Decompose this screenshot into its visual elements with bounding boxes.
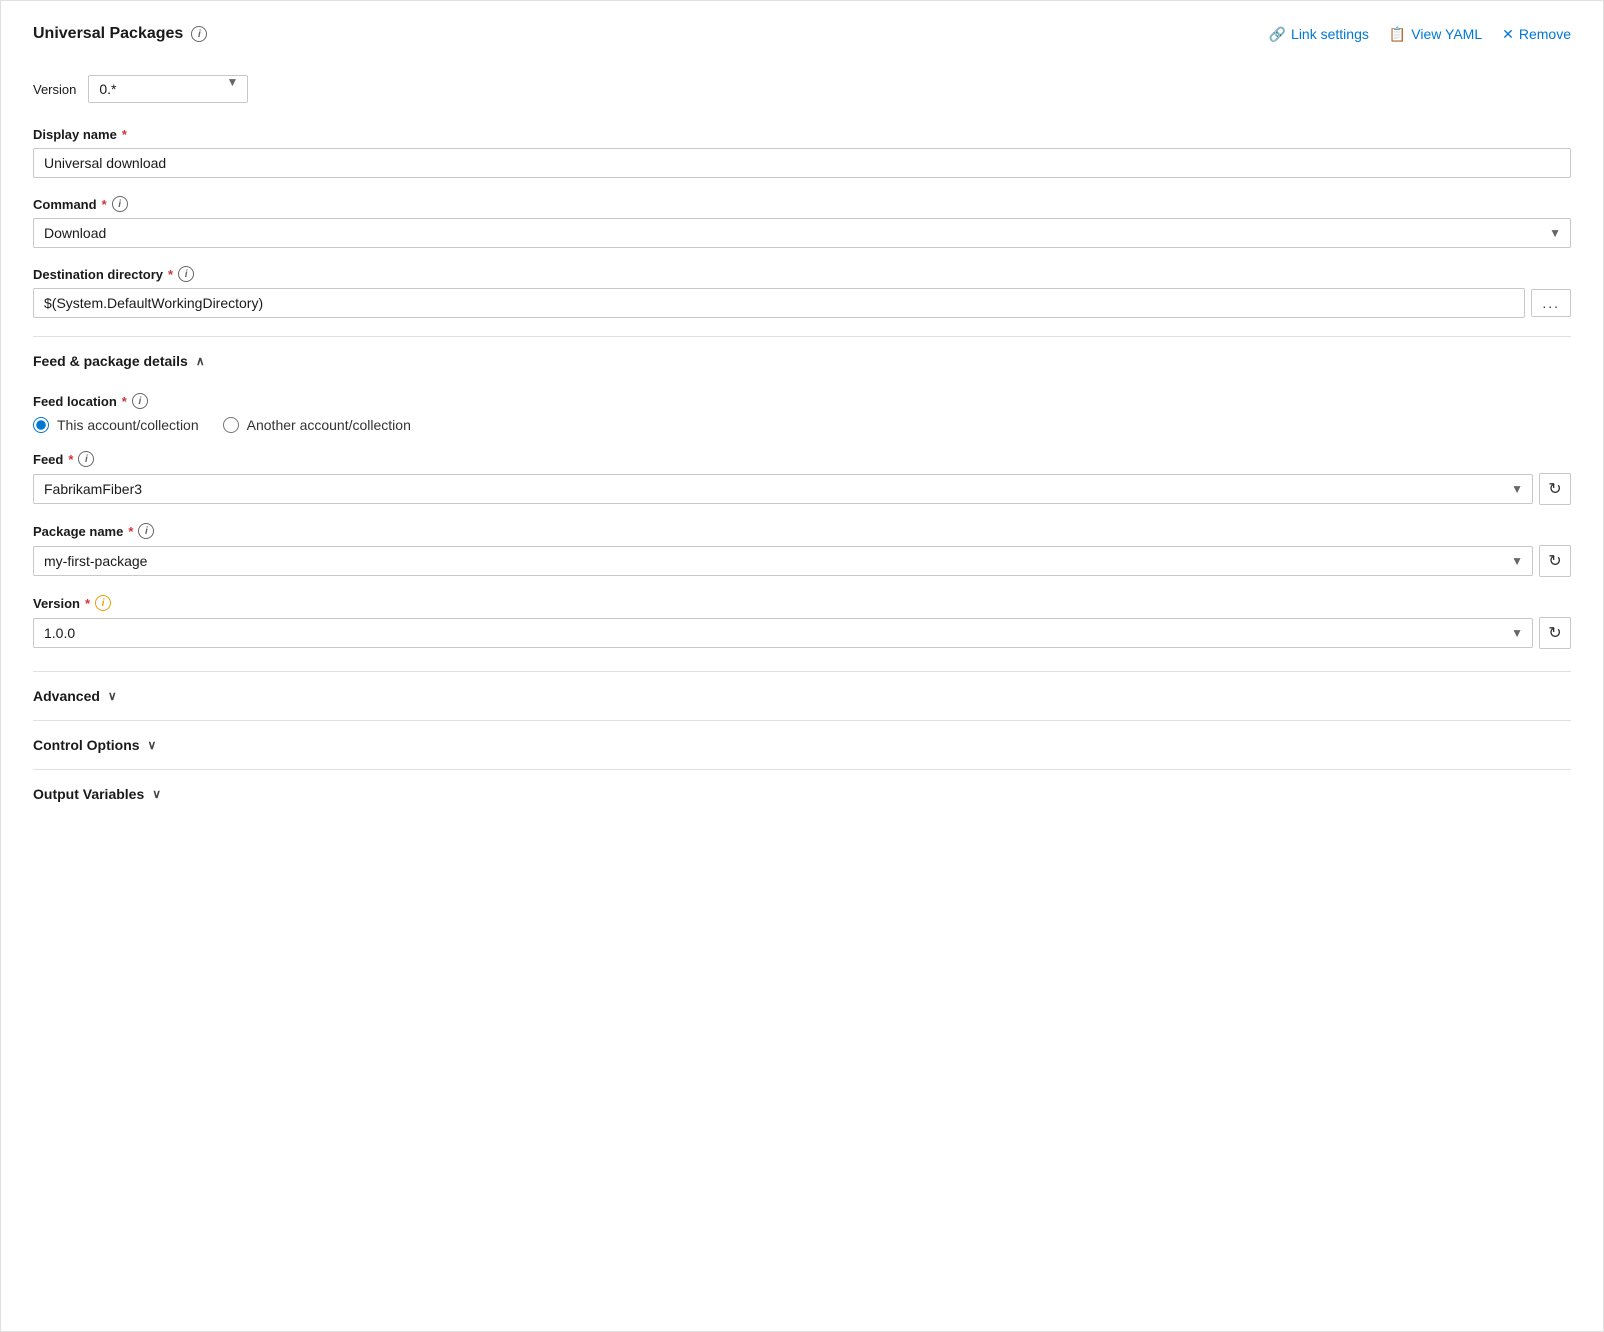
destination-info-icon[interactable]: i <box>178 266 194 282</box>
universal-packages-panel: Universal Packages i 🔗 Link settings 📋 V… <box>0 0 1604 1332</box>
yaml-icon: 📋 <box>1389 26 1406 43</box>
control-options-header[interactable]: Control Options ∨ <box>33 721 1571 769</box>
package-name-select-row: my-first-package ▼ ↻ <box>33 545 1571 577</box>
command-field-group: Command * i Download Publish ▼ <box>33 196 1571 248</box>
control-options-section: Control Options ∨ <box>33 720 1571 769</box>
output-variables-chevron-icon: ∨ <box>152 787 161 801</box>
panel-title-area: Universal Packages i <box>33 25 207 43</box>
feed-select-row: FabrikamFiber3 ▼ ↻ <box>33 473 1571 505</box>
version-select-wrapper: 0.* 1.* 2.* Latest ▼ <box>88 75 248 103</box>
advanced-section: Advanced ∨ <box>33 671 1571 720</box>
package-name-info-icon[interactable]: i <box>138 523 154 539</box>
version-inner-required: * <box>85 596 90 611</box>
destination-required: * <box>168 267 173 282</box>
feed-location-field-group: Feed location * i This account/collectio… <box>33 393 1571 433</box>
feed-package-details-header[interactable]: Feed & package details ∧ <box>33 337 1571 385</box>
advanced-header[interactable]: Advanced ∨ <box>33 672 1571 720</box>
package-name-field-group: Package name * i my-first-package ▼ ↻ <box>33 523 1571 577</box>
link-icon: 🔗 <box>1269 26 1286 43</box>
view-yaml-button[interactable]: 📋 View YAML <box>1389 26 1482 43</box>
destination-directory-label: Destination directory * i <box>33 266 1571 282</box>
version-field-group-inner: Version * i 1.0.0 ▼ ↻ <box>33 595 1571 649</box>
package-name-required: * <box>128 524 133 539</box>
feed-info-icon[interactable]: i <box>78 451 94 467</box>
feed-required: * <box>68 452 73 467</box>
destination-directory-field-group: Destination directory * i ... <box>33 266 1571 318</box>
command-label: Command * i <box>33 196 1571 212</box>
feed-label: Feed * i <box>33 451 1571 467</box>
package-name-select-wrapper: my-first-package ▼ <box>33 546 1533 576</box>
package-name-label: Package name * i <box>33 523 1571 539</box>
command-required: * <box>102 197 107 212</box>
display-name-required: * <box>122 127 127 142</box>
package-name-select[interactable]: my-first-package <box>33 546 1533 576</box>
version-inner-select[interactable]: 1.0.0 <box>33 618 1533 648</box>
version-select-row: 1.0.0 ▼ ↻ <box>33 617 1571 649</box>
feed-select-wrapper: FabrikamFiber3 ▼ <box>33 474 1533 504</box>
title-info-icon[interactable]: i <box>191 26 207 42</box>
feed-location-required: * <box>122 394 127 409</box>
feed-package-details-section: Feed & package details ∧ Feed location *… <box>33 336 1571 671</box>
output-variables-header[interactable]: Output Variables ∨ <box>33 770 1571 818</box>
feed-field-group: Feed * i FabrikamFiber3 ▼ ↻ <box>33 451 1571 505</box>
advanced-chevron-icon: ∨ <box>108 689 117 703</box>
package-name-refresh-button[interactable]: ↻ <box>1539 545 1571 577</box>
panel-title: Universal Packages <box>33 25 183 43</box>
control-options-chevron-icon: ∨ <box>148 738 157 752</box>
command-info-icon[interactable]: i <box>112 196 128 212</box>
display-name-label: Display name * <box>33 127 1571 142</box>
version-top-label: Version <box>33 82 76 97</box>
remove-button[interactable]: ✕ Remove <box>1502 26 1571 43</box>
feed-location-another-radio[interactable] <box>223 417 239 433</box>
feed-refresh-button[interactable]: ↻ <box>1539 473 1571 505</box>
feed-package-details-content: Feed location * i This account/collectio… <box>33 385 1571 671</box>
feed-select[interactable]: FabrikamFiber3 <box>33 474 1533 504</box>
version-select[interactable]: 0.* 1.* 2.* Latest <box>88 75 248 103</box>
feed-package-details-chevron-icon: ∧ <box>196 354 205 368</box>
version-inner-label: Version * i <box>33 595 1571 611</box>
feed-location-this-radio[interactable] <box>33 417 49 433</box>
command-select-wrapper: Download Publish ▼ <box>33 218 1571 248</box>
panel-header: Universal Packages i 🔗 Link settings 📋 V… <box>33 25 1571 55</box>
feed-location-radio-group: This account/collection Another account/… <box>33 417 1571 433</box>
version-field-group: Version 0.* 1.* 2.* Latest ▼ <box>33 75 1571 103</box>
destination-directory-row: ... <box>33 288 1571 318</box>
feed-location-another-account[interactable]: Another account/collection <box>223 417 411 433</box>
feed-location-this-account[interactable]: This account/collection <box>33 417 199 433</box>
version-inner-select-wrapper: 1.0.0 ▼ <box>33 618 1533 648</box>
remove-icon: ✕ <box>1502 26 1514 43</box>
display-name-field-group: Display name * <box>33 127 1571 178</box>
feed-location-info-icon[interactable]: i <box>132 393 148 409</box>
header-actions: 🔗 Link settings 📋 View YAML ✕ Remove <box>1269 26 1571 43</box>
output-variables-section: Output Variables ∨ <box>33 769 1571 818</box>
command-select[interactable]: Download Publish <box>33 218 1571 248</box>
link-settings-button[interactable]: 🔗 Link settings <box>1269 26 1369 43</box>
feed-location-label: Feed location * i <box>33 393 1571 409</box>
destination-browse-button[interactable]: ... <box>1531 289 1571 317</box>
version-inner-info-icon[interactable]: i <box>95 595 111 611</box>
version-refresh-button[interactable]: ↻ <box>1539 617 1571 649</box>
destination-directory-input[interactable] <box>33 288 1525 318</box>
display-name-input[interactable] <box>33 148 1571 178</box>
